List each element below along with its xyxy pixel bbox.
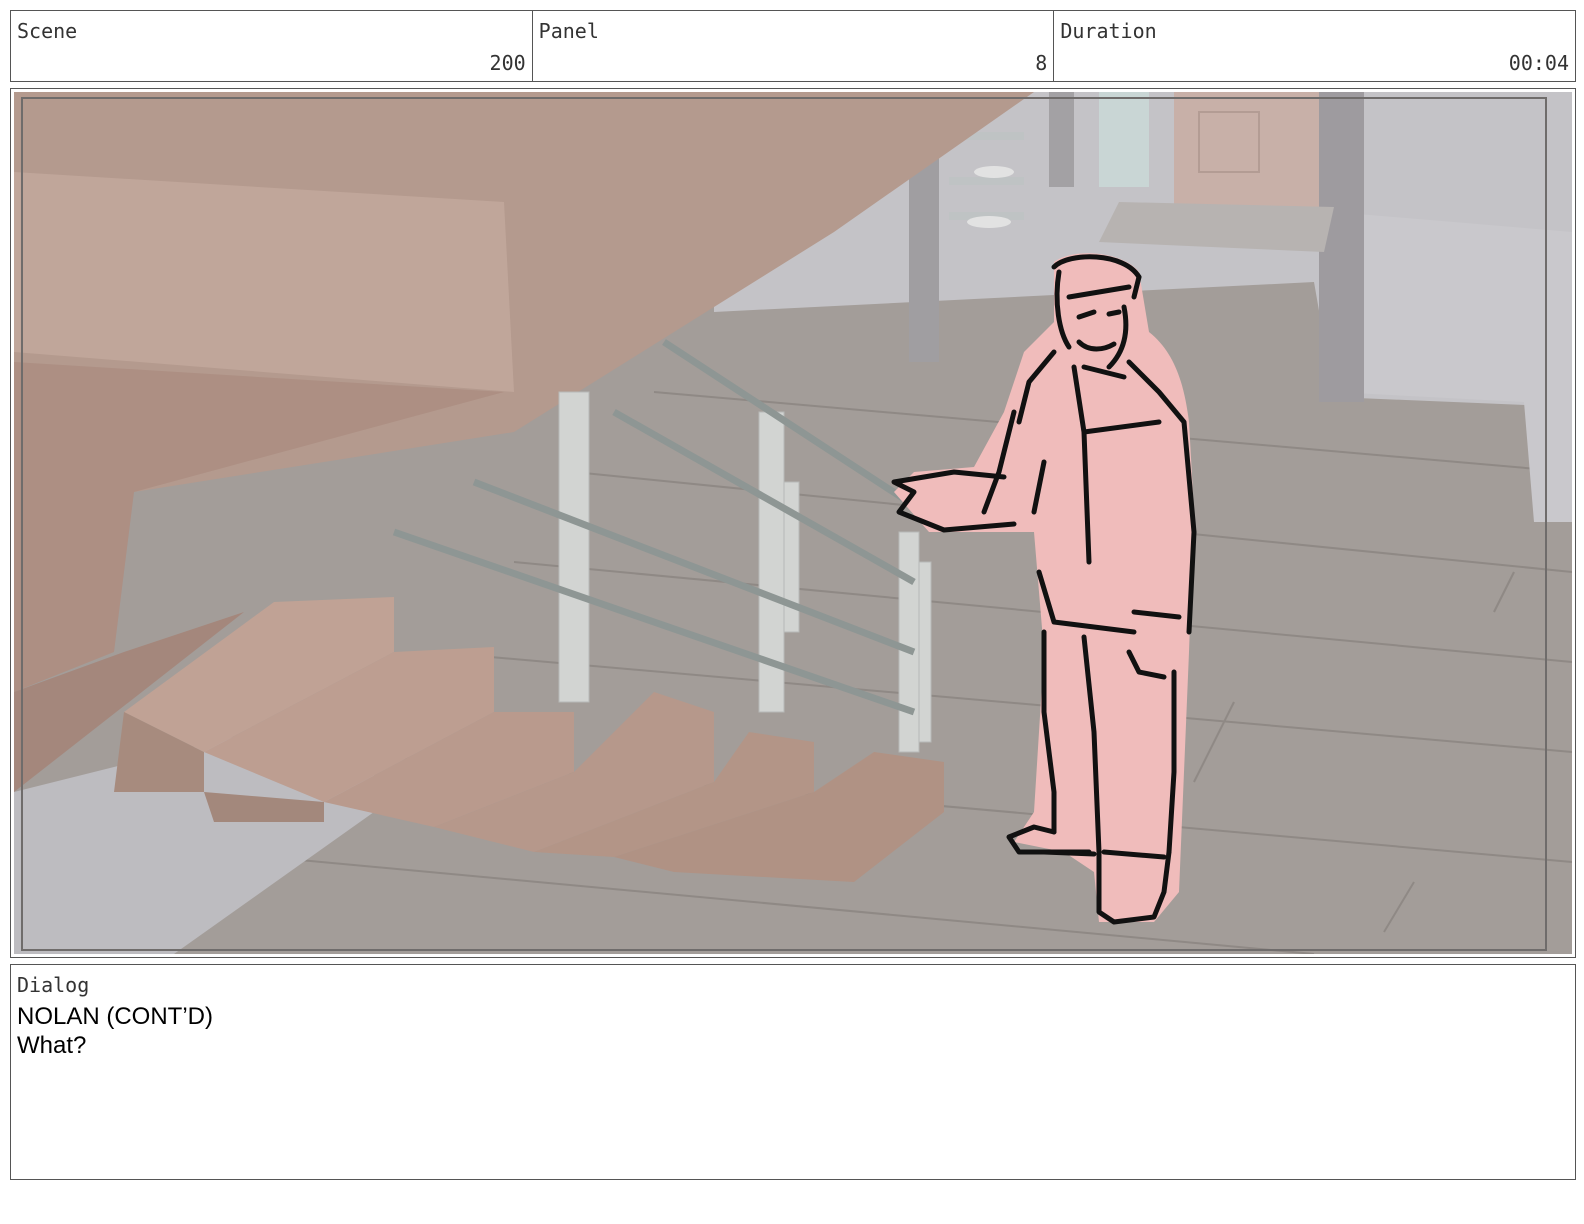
storyboard-header: Scene 200 Panel 8 Duration 00:04 [10, 10, 1576, 82]
pillar-2 [1319, 92, 1364, 402]
doorway-light [1099, 92, 1149, 187]
door [1174, 92, 1324, 212]
scene-label: Scene [17, 19, 78, 43]
pillar-3 [909, 152, 939, 362]
duration-label: Duration [1060, 19, 1157, 43]
panel-label: Panel [538, 19, 599, 43]
storyboard-panel-frame [10, 88, 1576, 958]
scene-value: 200 [489, 51, 526, 75]
storyboard-panel-image [14, 92, 1572, 954]
dialog-label: Dialog [17, 973, 90, 997]
scene-cell: Scene 200 [11, 11, 533, 81]
panel-drawing [14, 92, 1572, 954]
duration-cell: Duration 00:04 [1054, 11, 1575, 81]
pillar-1 [1049, 92, 1074, 187]
panel-value: 8 [1035, 51, 1048, 75]
panel-cell: Panel 8 [533, 11, 1055, 81]
duration-value: 00:04 [1508, 51, 1570, 75]
dialog-text: What? [17, 1032, 87, 1059]
dialog-character: NOLAN (CONT’D) [17, 1003, 213, 1030]
dialog-box: Dialog NOLAN (CONT’D) What? [10, 964, 1576, 1180]
